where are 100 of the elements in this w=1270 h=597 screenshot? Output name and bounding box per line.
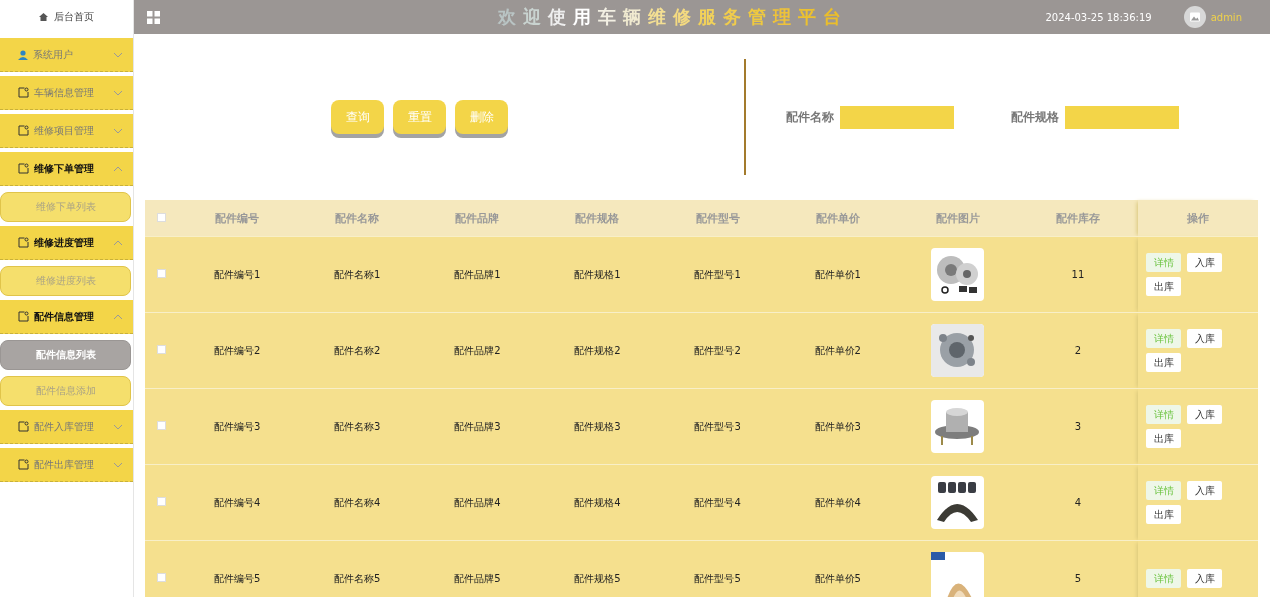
table-cell: 配件规格1 [574,268,621,280]
chevron-down-icon [113,89,123,96]
column-header: 配件型号 [695,211,740,225]
column-header: 操作 [1187,211,1209,225]
note-icon [18,421,29,432]
chevron-up-icon [113,165,123,172]
table-cell: 配件名称5 [334,572,381,584]
row-action-button[interactable]: 出库 [1146,277,1181,296]
note-icon [18,125,29,136]
row-action-button[interactable]: 详情 [1146,481,1181,500]
table-cell: 5 [1074,573,1082,584]
checkbox[interactable] [156,573,166,582]
checkbox[interactable] [156,497,166,506]
table-cell: 配件规格3 [574,420,621,432]
table-cell: 配件型号2 [694,344,741,356]
table-cell: 配件型号5 [694,572,741,584]
table-cell: 配件品牌3 [454,420,501,432]
checkbox[interactable] [156,269,166,278]
table-cell: 配件编号2 [213,344,261,356]
table-cell: 配件型号4 [694,496,741,508]
table-cell: 配件编号1 [213,268,261,280]
menu-group[interactable]: 维修下单管理 [0,152,133,186]
table-cell: 配件单价1 [814,268,861,280]
table-cell: 4 [1074,497,1082,508]
user-icon [18,49,28,60]
avatar-icon[interactable] [1183,6,1206,28]
checkbox[interactable] [156,345,166,354]
column-header: 配件品牌 [455,211,500,225]
table-cell: 配件型号1 [694,268,741,280]
table-cell: 配件规格4 [574,496,621,508]
menu-group[interactable]: 配件出库管理 [0,448,133,482]
chevron-down-icon [113,423,123,430]
table-cell: 11 [1071,269,1085,280]
table-cell: 配件品牌5 [454,572,501,584]
row-action-button[interactable]: 入库 [1187,569,1222,588]
note-icon [18,237,29,248]
checkbox[interactable] [156,212,166,222]
table-cell: 配件单价3 [814,420,861,432]
table-cell: 配件单价4 [814,496,861,508]
row-action-button[interactable]: 入库 [1187,481,1222,500]
row-action-button[interactable]: 出库 [1146,353,1181,372]
table-cell: 配件规格5 [574,572,621,584]
row-action-button[interactable]: 详情 [1146,329,1181,348]
username-text[interactable]: admin [1210,11,1242,23]
submenu-item[interactable]: 配件信息添加 [0,376,131,406]
note-icon [18,87,29,98]
column-header: 配件图片 [935,211,980,225]
column-header: 配件规格 [575,211,620,225]
grid-menu-icon[interactable] [147,10,160,24]
chevron-up-icon [113,239,123,246]
table-cell: 2 [1074,345,1082,356]
row-action-button[interactable]: 出库 [1146,429,1181,448]
table-cell: 配件品牌4 [454,496,501,508]
table-cell: 配件编号5 [213,572,261,584]
submenu-item[interactable]: 维修下单列表 [0,192,131,222]
table-cell: 配件名称2 [334,344,381,356]
menu-group[interactable]: 配件信息管理 [0,300,133,334]
table-cell: 配件规格2 [574,344,621,356]
row-action-button[interactable]: 入库 [1187,405,1222,424]
table-cell: 配件名称4 [334,496,381,508]
note-icon [18,311,29,322]
table-cell: 配件名称3 [334,420,381,432]
row-action-button[interactable]: 详情 [1146,405,1181,424]
menu-group[interactable]: 车辆信息管理 [0,76,133,110]
chevron-up-icon [113,313,123,320]
column-header: 配件单价 [815,211,860,225]
table-cell: 配件品牌1 [454,268,501,280]
column-header: 配件名称 [335,211,380,225]
field-label: 配件名称 [786,108,834,126]
row-action-button[interactable]: 入库 [1187,253,1222,272]
table-cell: 配件品牌2 [454,344,501,356]
home-icon [39,13,48,21]
table-cell: 配件单价2 [814,344,861,356]
checkbox[interactable] [156,421,166,430]
menu-group[interactable]: 配件入库管理 [0,410,133,444]
chevron-down-icon [113,127,123,134]
submenu-item[interactable]: 配件信息列表 [0,340,131,370]
chevron-down-icon [113,51,123,58]
row-action-button[interactable]: 入库 [1187,329,1222,348]
chevron-down-icon [113,461,123,468]
table-cell: 配件编号3 [213,420,261,432]
submenu-item[interactable]: 维修进度列表 [0,266,131,296]
table-cell: 配件编号4 [213,496,261,508]
column-header: 配件库存 [1055,211,1100,225]
menu-group[interactable]: 维修项目管理 [0,114,133,148]
input-field[interactable] [1065,105,1179,129]
menu-group[interactable]: 维修进度管理 [0,226,133,260]
note-icon [18,163,29,174]
datetime-text: 2024-03-25 18:36:19 [1045,11,1152,23]
row-action-button[interactable]: 详情 [1146,253,1181,272]
row-action-button[interactable]: 详情 [1146,569,1181,588]
column-header: 配件编号 [215,211,260,225]
field-label: 配件规格 [1011,108,1059,126]
row-action-button[interactable]: 出库 [1146,505,1181,524]
note-icon [18,459,29,470]
table-cell: 配件单价5 [814,572,861,584]
home-link[interactable]: 后台首页 [0,0,133,34]
menu-group[interactable]: 系统用户 [0,38,133,72]
input-field[interactable] [840,105,954,129]
table-cell: 配件名称1 [334,268,381,280]
